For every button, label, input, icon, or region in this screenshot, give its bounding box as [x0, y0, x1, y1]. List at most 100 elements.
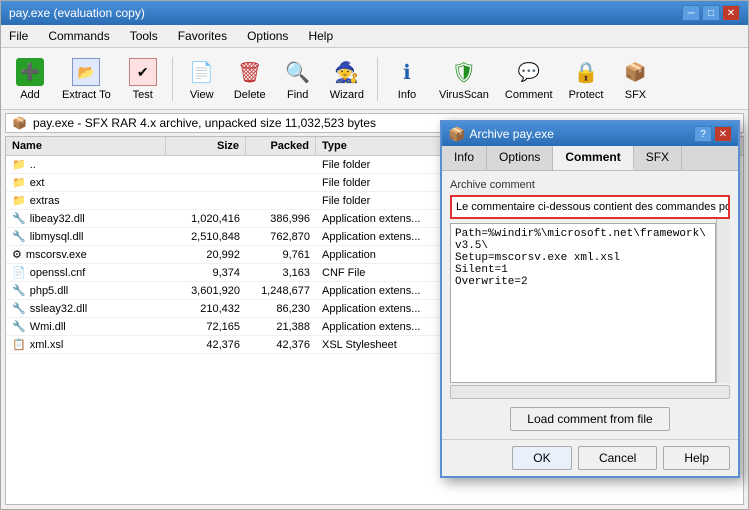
file-icon: 📁	[12, 158, 26, 171]
file-packed	[246, 181, 316, 185]
file-icon: 🔧	[12, 212, 26, 225]
virusscan-label: VirusScan	[439, 89, 489, 101]
menu-help[interactable]: Help	[304, 27, 337, 45]
window-title: pay.exe (evaluation copy)	[9, 6, 145, 20]
maximize-button[interactable]: □	[702, 5, 720, 21]
textarea-container: Path=%windir%\microsoft.net\framework\v3…	[450, 219, 730, 383]
textarea-scrollbar[interactable]	[716, 219, 730, 383]
archive-dialog[interactable]: 📦 Archive pay.exe ? ✕ Info Options Comme…	[440, 120, 740, 478]
delete-button[interactable]: 🗑 Delete	[227, 52, 273, 105]
title-bar: pay.exe (evaluation copy) ─ □ ✕	[1, 1, 748, 25]
test-button[interactable]: ✔ Test	[120, 52, 166, 105]
comment-textarea[interactable]: Path=%windir%\microsoft.net\framework\v3…	[450, 223, 716, 383]
menu-favorites[interactable]: Favorites	[174, 27, 231, 45]
file-type: Application extens...	[316, 283, 446, 299]
comment-button[interactable]: 💬 Comment	[498, 52, 560, 105]
file-type: Application	[316, 247, 446, 263]
tab-options[interactable]: Options	[487, 146, 553, 170]
file-icon: 🔧	[12, 230, 26, 243]
toolbar-sep-1	[172, 57, 173, 101]
dialog-help-icon[interactable]: ?	[694, 126, 712, 142]
ok-button[interactable]: OK	[512, 446, 572, 470]
file-icon: 📁	[12, 194, 26, 207]
menu-commands[interactable]: Commands	[44, 27, 113, 45]
comment-label: Comment	[505, 89, 553, 101]
virusscan-button[interactable]: 🛡 VirusScan	[432, 52, 496, 105]
close-button[interactable]: ✕	[722, 5, 740, 21]
file-type: XSL Stylesheet	[316, 337, 446, 353]
tab-sfx[interactable]: SFX	[634, 146, 682, 170]
file-name: extras	[30, 195, 60, 207]
file-packed: 1,248,677	[246, 283, 316, 299]
extract-to-icon: 📂	[70, 56, 102, 88]
file-icon: 🔧	[12, 320, 26, 333]
info-icon: ℹ	[391, 56, 423, 88]
view-icon: 📄	[186, 56, 218, 88]
add-button[interactable]: ➕ Add	[7, 52, 53, 105]
virusscan-icon: 🛡	[448, 56, 480, 88]
view-button[interactable]: 📄 View	[179, 52, 225, 105]
file-type: File folder	[316, 157, 446, 173]
menu-file[interactable]: File	[5, 27, 32, 45]
file-icon: 🔧	[12, 284, 26, 297]
comment-first-line[interactable]: Le commentaire ci-dessous contient des c…	[450, 195, 730, 219]
tab-comment[interactable]: Comment	[553, 146, 633, 170]
comment-icon: 💬	[513, 56, 545, 88]
delete-label: Delete	[234, 89, 266, 101]
dialog-close-button[interactable]: ✕	[714, 126, 732, 142]
test-label: Test	[133, 89, 153, 101]
tab-info[interactable]: Info	[442, 146, 487, 170]
dialog-body: Archive comment Le commentaire ci-dessou…	[442, 171, 738, 439]
menu-options[interactable]: Options	[243, 27, 292, 45]
file-type: Application extens...	[316, 301, 446, 317]
wizard-button[interactable]: 🧙 Wizard	[323, 52, 371, 105]
file-size: 1,020,416	[166, 211, 246, 227]
horizontal-scrollbar[interactable]	[450, 385, 730, 399]
file-size: 210,432	[166, 301, 246, 317]
file-type: Application extens...	[316, 211, 446, 227]
file-packed: 42,376	[246, 337, 316, 353]
wizard-label: Wizard	[330, 89, 364, 101]
file-icon: 📋	[12, 338, 26, 351]
cancel-button[interactable]: Cancel	[578, 446, 657, 470]
test-icon: ✔	[127, 56, 159, 88]
menu-bar: File Commands Tools Favorites Options He…	[1, 25, 748, 48]
col-header-size[interactable]: Size	[166, 137, 246, 155]
col-header-type[interactable]: Type	[316, 137, 446, 155]
file-name: ext	[30, 177, 45, 189]
protect-icon: 🔒	[570, 56, 602, 88]
file-packed	[246, 163, 316, 167]
file-name: libeay32.dll	[30, 213, 85, 225]
file-type: File folder	[316, 193, 446, 209]
sfx-button[interactable]: 📦 SFX	[612, 52, 658, 105]
sfx-icon: 📦	[619, 56, 651, 88]
file-size: 42,376	[166, 337, 246, 353]
protect-button[interactable]: 🔒 Protect	[562, 52, 611, 105]
title-bar-controls: ─ □ ✕	[682, 5, 740, 21]
menu-tools[interactable]: Tools	[126, 27, 162, 45]
minimize-button[interactable]: ─	[682, 5, 700, 21]
add-icon: ➕	[14, 56, 46, 88]
file-packed: 21,388	[246, 319, 316, 335]
col-header-name[interactable]: Name	[6, 137, 166, 155]
toolbar: ➕ Add 📂 Extract To ✔ Test 📄 View 🗑 Delet…	[1, 48, 748, 110]
help-button[interactable]: Help	[663, 446, 730, 470]
file-type: Application extens...	[316, 229, 446, 245]
find-label: Find	[287, 89, 308, 101]
info-button[interactable]: ℹ Info	[384, 52, 430, 105]
file-packed	[246, 199, 316, 203]
file-type: File folder	[316, 175, 446, 191]
file-type: Application extens...	[316, 319, 446, 335]
load-comment-button[interactable]: Load comment from file	[510, 407, 669, 431]
file-size: 9,374	[166, 265, 246, 281]
sfx-label: SFX	[625, 89, 646, 101]
find-button[interactable]: 🔍 Find	[275, 52, 321, 105]
file-packed: 386,996	[246, 211, 316, 227]
file-icon: 📄	[12, 266, 26, 279]
file-size: 20,992	[166, 247, 246, 263]
col-header-packed[interactable]: Packed	[246, 137, 316, 155]
file-name: xml.xsl	[30, 339, 64, 351]
extract-to-button[interactable]: 📂 Extract To	[55, 52, 118, 105]
file-packed: 9,761	[246, 247, 316, 263]
file-packed: 762,870	[246, 229, 316, 245]
